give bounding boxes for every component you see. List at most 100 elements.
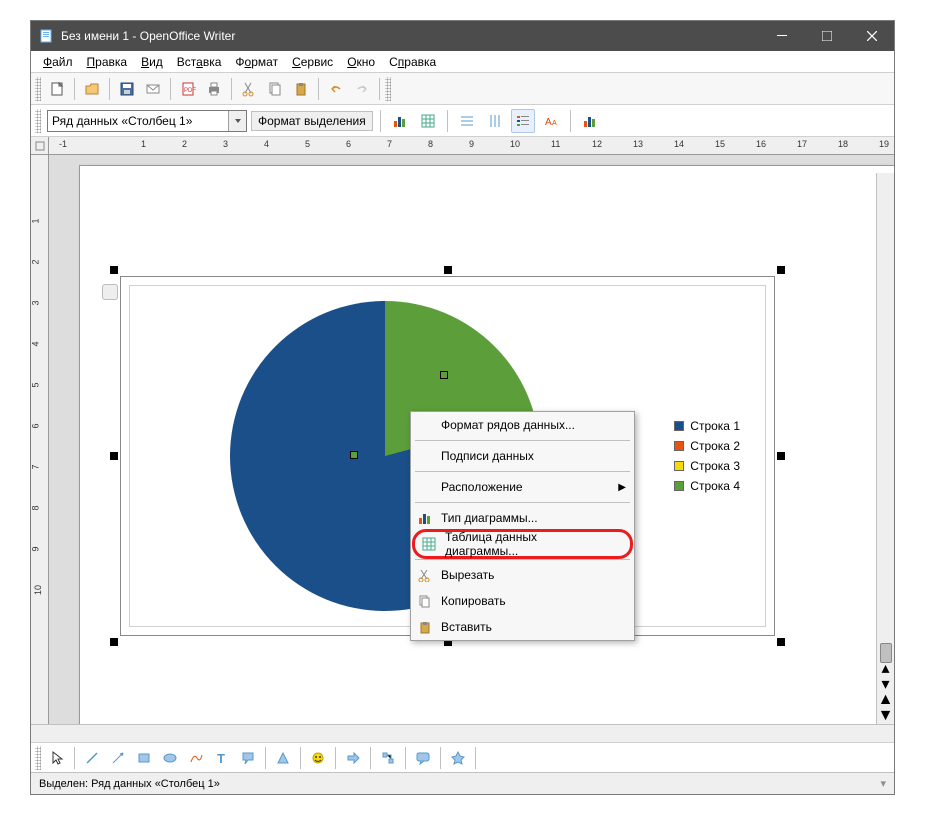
chart-data-button[interactable] <box>416 109 440 133</box>
ruler-tick-label: 8 <box>31 505 41 510</box>
menu-tools[interactable]: Сервис <box>286 53 339 71</box>
text-tool-button[interactable]: T <box>210 746 234 770</box>
scale-text-button[interactable]: AA <box>539 109 563 133</box>
print-button[interactable] <box>202 77 226 101</box>
chart-element-combo[interactable]: Ряд данных «Столбец 1» <box>47 110 247 132</box>
ctx-data-labels[interactable]: Подписи данных <box>411 443 634 469</box>
freeform-tool-button[interactable] <box>184 746 208 770</box>
ctx-label: Тип диаграммы... <box>441 511 538 525</box>
toolbar-separator <box>170 78 171 100</box>
ctx-label: Вырезать <box>441 568 494 582</box>
resize-handle-e[interactable] <box>777 452 785 460</box>
arrow-tool-button[interactable] <box>106 746 130 770</box>
legend-button[interactable] <box>511 109 535 133</box>
redo-button[interactable] <box>350 77 374 101</box>
menubar: Файл Правка Вид Вставка Формат Сервис Ок… <box>31 51 894 73</box>
callout-tool-button[interactable] <box>236 746 260 770</box>
paste-button[interactable] <box>289 77 313 101</box>
stars-button[interactable] <box>446 746 470 770</box>
resize-handle-w[interactable] <box>110 452 118 460</box>
export-pdf-button[interactable]: PDF <box>176 77 200 101</box>
app-window: Без имени 1 - OpenOffice Writer Файл Пра… <box>30 20 895 795</box>
horizontal-scrollbar[interactable] <box>31 724 894 742</box>
chart-layout-button[interactable] <box>578 109 602 133</box>
ctx-format-data-rows[interactable]: Формат рядов данных... <box>411 412 634 438</box>
grid-v-button[interactable] <box>483 109 507 133</box>
speech-bubbles-button[interactable] <box>411 746 435 770</box>
ctx-chart-data-table[interactable]: Таблица данных диаграммы... <box>415 532 630 556</box>
chart-type-button[interactable] <box>388 109 412 133</box>
scroll-down-icon[interactable]: ▼ <box>877 708 894 724</box>
minimize-button[interactable] <box>759 21 804 51</box>
toolbar-separator <box>379 78 380 100</box>
menu-insert[interactable]: Вставка <box>171 53 228 71</box>
ctx-paste[interactable]: Вставить <box>411 614 634 640</box>
rectangle-tool-button[interactable] <box>132 746 156 770</box>
block-arrows-button[interactable] <box>341 746 365 770</box>
drawing-toolbar: T <box>31 742 894 772</box>
status-text: Выделен: Ряд данных «Столбец 1» <box>39 778 220 790</box>
copy-button[interactable] <box>263 77 287 101</box>
email-button[interactable] <box>141 77 165 101</box>
ctx-cut[interactable]: Вырезать <box>411 562 634 588</box>
legend-label: Строка 4 <box>690 479 740 493</box>
ruler-tick-label: 6 <box>31 423 41 428</box>
resize-handle-nw[interactable] <box>110 266 118 274</box>
menu-view[interactable]: Вид <box>135 53 169 71</box>
toolbar-grip[interactable] <box>35 746 41 770</box>
ruler-tick-label: 11 <box>551 139 560 149</box>
menu-format[interactable]: Формат <box>229 53 284 71</box>
scroll-page-down-icon[interactable]: ▾ <box>877 676 894 692</box>
legend-swatch <box>674 421 684 431</box>
document-viewport[interactable]: Строка 1Строка 2 Строка 3 Строка 4 Формат … <box>49 155 894 724</box>
new-document-button[interactable] <box>45 77 69 101</box>
data-point-handle[interactable] <box>440 371 448 379</box>
toolbar-separator <box>231 78 232 100</box>
horizontal-ruler[interactable]: -112345678910111213141516171819 <box>49 137 894 155</box>
chart-legend[interactable]: Строка 1Строка 2 Строка 3 Строка 4 <box>674 416 740 496</box>
toolbar-separator <box>447 110 448 132</box>
symbol-shapes-button[interactable] <box>306 746 330 770</box>
select-tool-button[interactable] <box>45 746 69 770</box>
basic-shapes-button[interactable] <box>271 746 295 770</box>
undo-button[interactable] <box>324 77 348 101</box>
ctx-position[interactable]: Расположение▶ <box>411 474 634 500</box>
ctx-chart-type[interactable]: Тип диаграммы... <box>411 505 634 531</box>
flowchart-button[interactable] <box>376 746 400 770</box>
save-button[interactable] <box>115 77 139 101</box>
toolbar-grip[interactable] <box>35 109 41 133</box>
grid-h-button[interactable] <box>455 109 479 133</box>
scroll-up-icon[interactable]: ▲ <box>877 692 894 708</box>
resize-handle-se[interactable] <box>777 638 785 646</box>
data-point-handle[interactable] <box>350 451 358 459</box>
maximize-button[interactable] <box>804 21 849 51</box>
resize-handle-sw[interactable] <box>110 638 118 646</box>
legend-item[interactable]: Строка 3 <box>674 456 740 476</box>
line-tool-button[interactable] <box>80 746 104 770</box>
toolbar-grip[interactable] <box>35 77 41 101</box>
vertical-scrollbar[interactable]: ▴ ▾ ▲ ▼ <box>876 173 894 724</box>
toolbar-grip[interactable] <box>385 77 391 101</box>
menu-help[interactable]: Справка <box>383 53 442 71</box>
resize-handle-ne[interactable] <box>777 266 785 274</box>
status-expand-icon[interactable]: ▾ <box>880 777 886 790</box>
format-selection-label[interactable]: Формат выделения <box>251 111 373 131</box>
resize-handle-n[interactable] <box>444 266 452 274</box>
ruler-tick-label: 2 <box>182 139 187 149</box>
legend-item[interactable]: Строка 2 <box>674 436 740 456</box>
open-button[interactable] <box>80 77 104 101</box>
menu-window[interactable]: Окно <box>341 53 381 71</box>
menu-edit[interactable]: Правка <box>81 53 134 71</box>
menu-file[interactable]: Файл <box>37 53 79 71</box>
legend-label: Строка 3 <box>690 459 740 473</box>
close-button[interactable] <box>849 21 894 51</box>
ctx-copy[interactable]: Копировать <box>411 588 634 614</box>
cut-button[interactable] <box>237 77 261 101</box>
combo-dropdown-button[interactable] <box>228 111 246 131</box>
legend-swatch <box>674 441 684 451</box>
vertical-ruler[interactable]: 12345678910 <box>31 155 49 724</box>
legend-item[interactable]: Строка 1 <box>674 416 740 436</box>
ruler-tick-label: 16 <box>756 139 766 149</box>
ellipse-tool-button[interactable] <box>158 746 182 770</box>
legend-item[interactable]: Строка 4 <box>674 476 740 496</box>
